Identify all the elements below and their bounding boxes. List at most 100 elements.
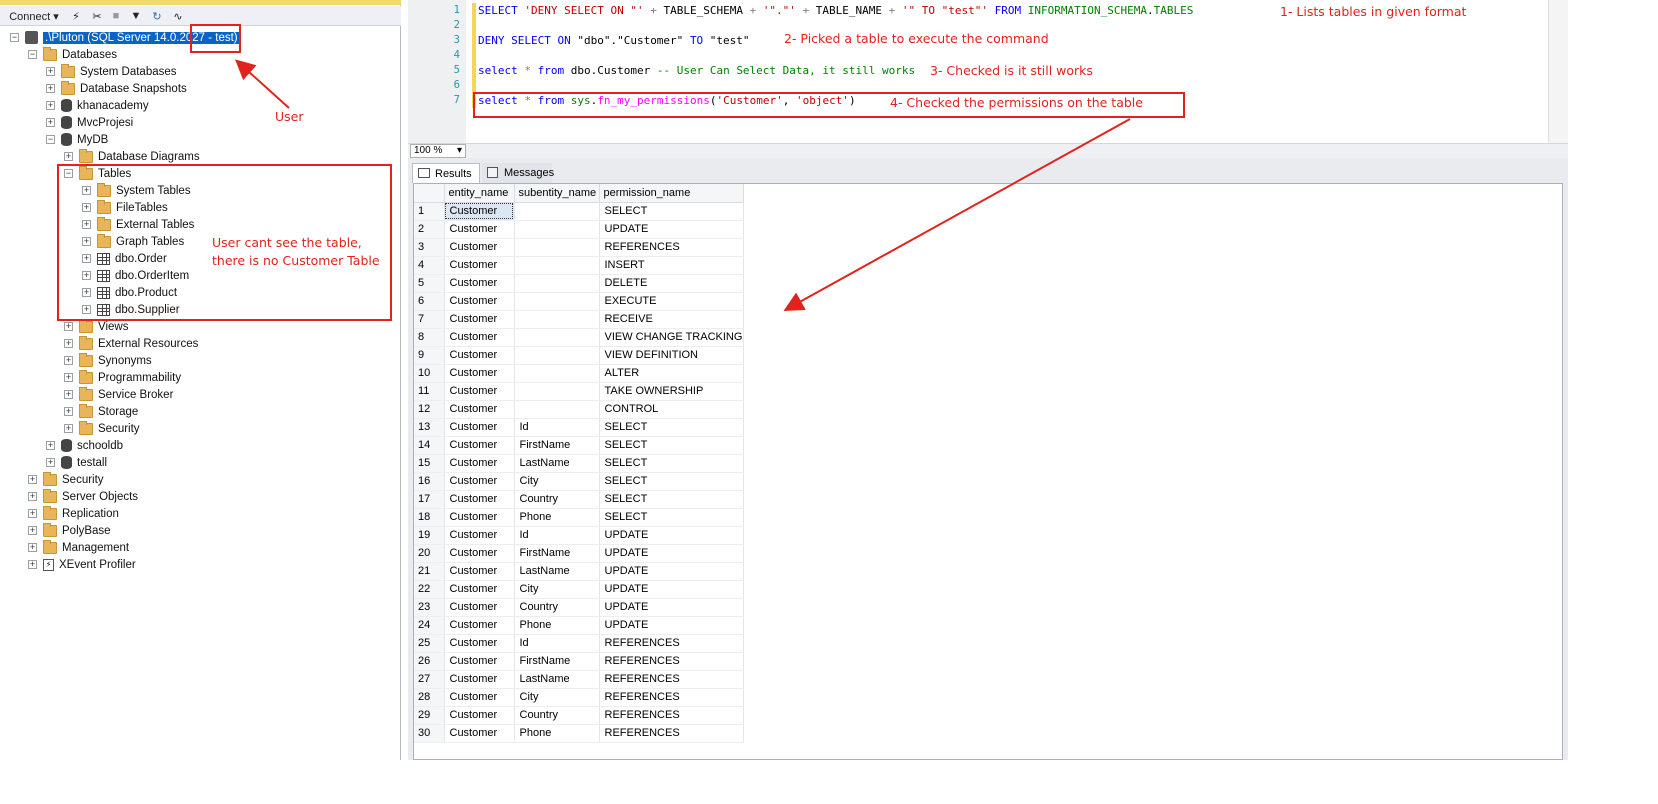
expand-icon[interactable]: + <box>64 407 73 416</box>
row-number-cell[interactable]: 21 <box>414 562 445 581</box>
tree-item-external-resources[interactable]: + External Resources <box>64 335 198 352</box>
table-cell[interactable]: Customer <box>444 616 515 635</box>
expand-icon[interactable]: + <box>64 373 73 382</box>
table-cell[interactable]: UPDATE <box>599 562 745 581</box>
row-number-cell[interactable]: 22 <box>414 580 445 599</box>
table-cell[interactable]: VIEW DEFINITION <box>599 346 745 365</box>
expand-icon[interactable]: + <box>28 475 37 484</box>
column-header[interactable]: entity_name <box>444 184 515 203</box>
expand-icon[interactable]: + <box>64 339 73 348</box>
row-number-cell[interactable]: 11 <box>414 382 445 401</box>
row-number-cell[interactable]: 4 <box>414 256 445 275</box>
table-cell[interactable]: City <box>514 688 600 707</box>
table-cell[interactable]: Id <box>514 418 600 437</box>
table-cell[interactable]: REFERENCES <box>599 670 745 689</box>
table-cell[interactable]: SELECT <box>599 202 745 221</box>
table-row[interactable]: 23 Customer Country UPDATE <box>414 598 745 617</box>
table-cell[interactable]: Phone <box>514 616 600 635</box>
table-row[interactable]: 2 Customer UPDATE <box>414 220 745 239</box>
tree-item-khanacademy[interactable]: + khanacademy <box>46 97 149 114</box>
table-cell[interactable]: Customer <box>444 562 515 581</box>
connect-icon[interactable]: ⚡ <box>70 8 82 24</box>
table-cell[interactable] <box>514 274 600 293</box>
table-cell[interactable]: REFERENCES <box>599 688 745 707</box>
expand-icon[interactable]: + <box>64 424 73 433</box>
table-cell[interactable]: Customer <box>444 418 515 437</box>
table-cell[interactable]: FirstName <box>514 652 600 671</box>
table-row[interactable]: 1 Customer SELECT <box>414 202 745 221</box>
row-number-cell[interactable]: 1 <box>414 202 445 221</box>
table-row[interactable]: 30 Customer Phone REFERENCES <box>414 724 745 743</box>
table-cell[interactable]: Customer <box>444 220 515 239</box>
table-row[interactable]: 20 Customer FirstName UPDATE <box>414 544 745 563</box>
tree-item-testall[interactable]: + testall <box>46 454 107 471</box>
row-number-cell[interactable]: 3 <box>414 238 445 257</box>
table-cell[interactable]: Customer <box>444 724 515 743</box>
row-number-cell[interactable]: 26 <box>414 652 445 671</box>
table-cell[interactable]: Customer <box>444 364 515 383</box>
disconnect-icon[interactable]: ✂ <box>90 8 104 24</box>
table-cell[interactable]: Country <box>514 490 600 509</box>
table-cell[interactable] <box>514 310 600 329</box>
row-number-cell[interactable]: 28 <box>414 688 445 707</box>
table-cell[interactable]: Customer <box>444 292 515 311</box>
table-cell[interactable]: SELECT <box>599 472 745 491</box>
table-cell[interactable]: Customer <box>444 238 515 257</box>
table-row[interactable]: 7 Customer RECEIVE <box>414 310 745 329</box>
table-cell[interactable] <box>514 292 600 311</box>
activity-monitor-icon[interactable]: ∿ <box>170 8 186 24</box>
tree-item-management[interactable]: + Management <box>28 539 129 556</box>
tree-item-mydb-security[interactable]: + Security <box>64 420 140 437</box>
tree-item-storage[interactable]: + Storage <box>64 403 138 420</box>
table-row[interactable]: 9 Customer VIEW DEFINITION <box>414 346 745 365</box>
table-cell[interactable]: RECEIVE <box>599 310 745 329</box>
collapse-icon[interactable]: − <box>46 135 55 144</box>
table-cell[interactable]: City <box>514 472 600 491</box>
expand-icon[interactable]: + <box>28 560 37 569</box>
table-cell[interactable] <box>514 256 600 275</box>
table-cell[interactable]: UPDATE <box>599 220 745 239</box>
table-cell[interactable] <box>514 238 600 257</box>
table-cell[interactable]: Customer <box>444 652 515 671</box>
row-number-cell[interactable]: 6 <box>414 292 445 311</box>
tree-item-mydb[interactable]: − MyDB <box>46 131 108 148</box>
table-cell[interactable]: FirstName <box>514 436 600 455</box>
tree-item-replication[interactable]: + Replication <box>28 505 119 522</box>
expand-icon[interactable]: + <box>28 492 37 501</box>
expand-icon[interactable]: + <box>46 458 55 467</box>
table-row[interactable]: 11 Customer TAKE OWNERSHIP <box>414 382 745 401</box>
row-number-cell[interactable]: 17 <box>414 490 445 509</box>
table-cell[interactable]: Customer <box>444 400 515 419</box>
table-row[interactable]: 29 Customer Country REFERENCES <box>414 706 745 725</box>
table-cell[interactable] <box>514 328 600 347</box>
table-cell[interactable]: Customer <box>444 382 515 401</box>
expand-icon[interactable]: + <box>46 101 55 110</box>
row-number-cell[interactable]: 20 <box>414 544 445 563</box>
row-number-cell[interactable]: 23 <box>414 598 445 617</box>
table-cell[interactable]: Customer <box>444 490 515 509</box>
table-cell[interactable]: Id <box>514 634 600 653</box>
table-cell[interactable]: Customer <box>444 310 515 329</box>
table-cell[interactable]: CONTROL <box>599 400 745 419</box>
table-cell[interactable]: Customer <box>444 634 515 653</box>
table-row[interactable]: 16 Customer City SELECT <box>414 472 745 491</box>
table-row[interactable]: 3 Customer REFERENCES <box>414 238 745 257</box>
table-cell[interactable] <box>514 364 600 383</box>
table-cell[interactable]: Customer <box>444 670 515 689</box>
table-cell[interactable]: Customer <box>444 706 515 725</box>
table-cell[interactable]: UPDATE <box>599 580 745 599</box>
connect-button[interactable]: Connect ▾ <box>6 8 62 24</box>
row-number-cell[interactable]: 27 <box>414 670 445 689</box>
row-number-cell[interactable]: 9 <box>414 346 445 365</box>
tree-item-server-objects[interactable]: + Server Objects <box>28 488 138 505</box>
row-number-cell[interactable]: 14 <box>414 436 445 455</box>
table-cell[interactable]: REFERENCES <box>599 724 745 743</box>
table-row[interactable]: 26 Customer FirstName REFERENCES <box>414 652 745 671</box>
table-cell[interactable]: REFERENCES <box>599 634 745 653</box>
expand-icon[interactable]: + <box>64 152 73 161</box>
table-cell[interactable] <box>514 382 600 401</box>
table-cell[interactable]: Customer <box>444 436 515 455</box>
code-line-5[interactable]: select * from dbo.Customer -- User Can S… <box>478 64 915 77</box>
expand-icon[interactable]: + <box>64 390 73 399</box>
tree-item-mvcprojesi[interactable]: + MvcProjesi <box>46 114 133 131</box>
